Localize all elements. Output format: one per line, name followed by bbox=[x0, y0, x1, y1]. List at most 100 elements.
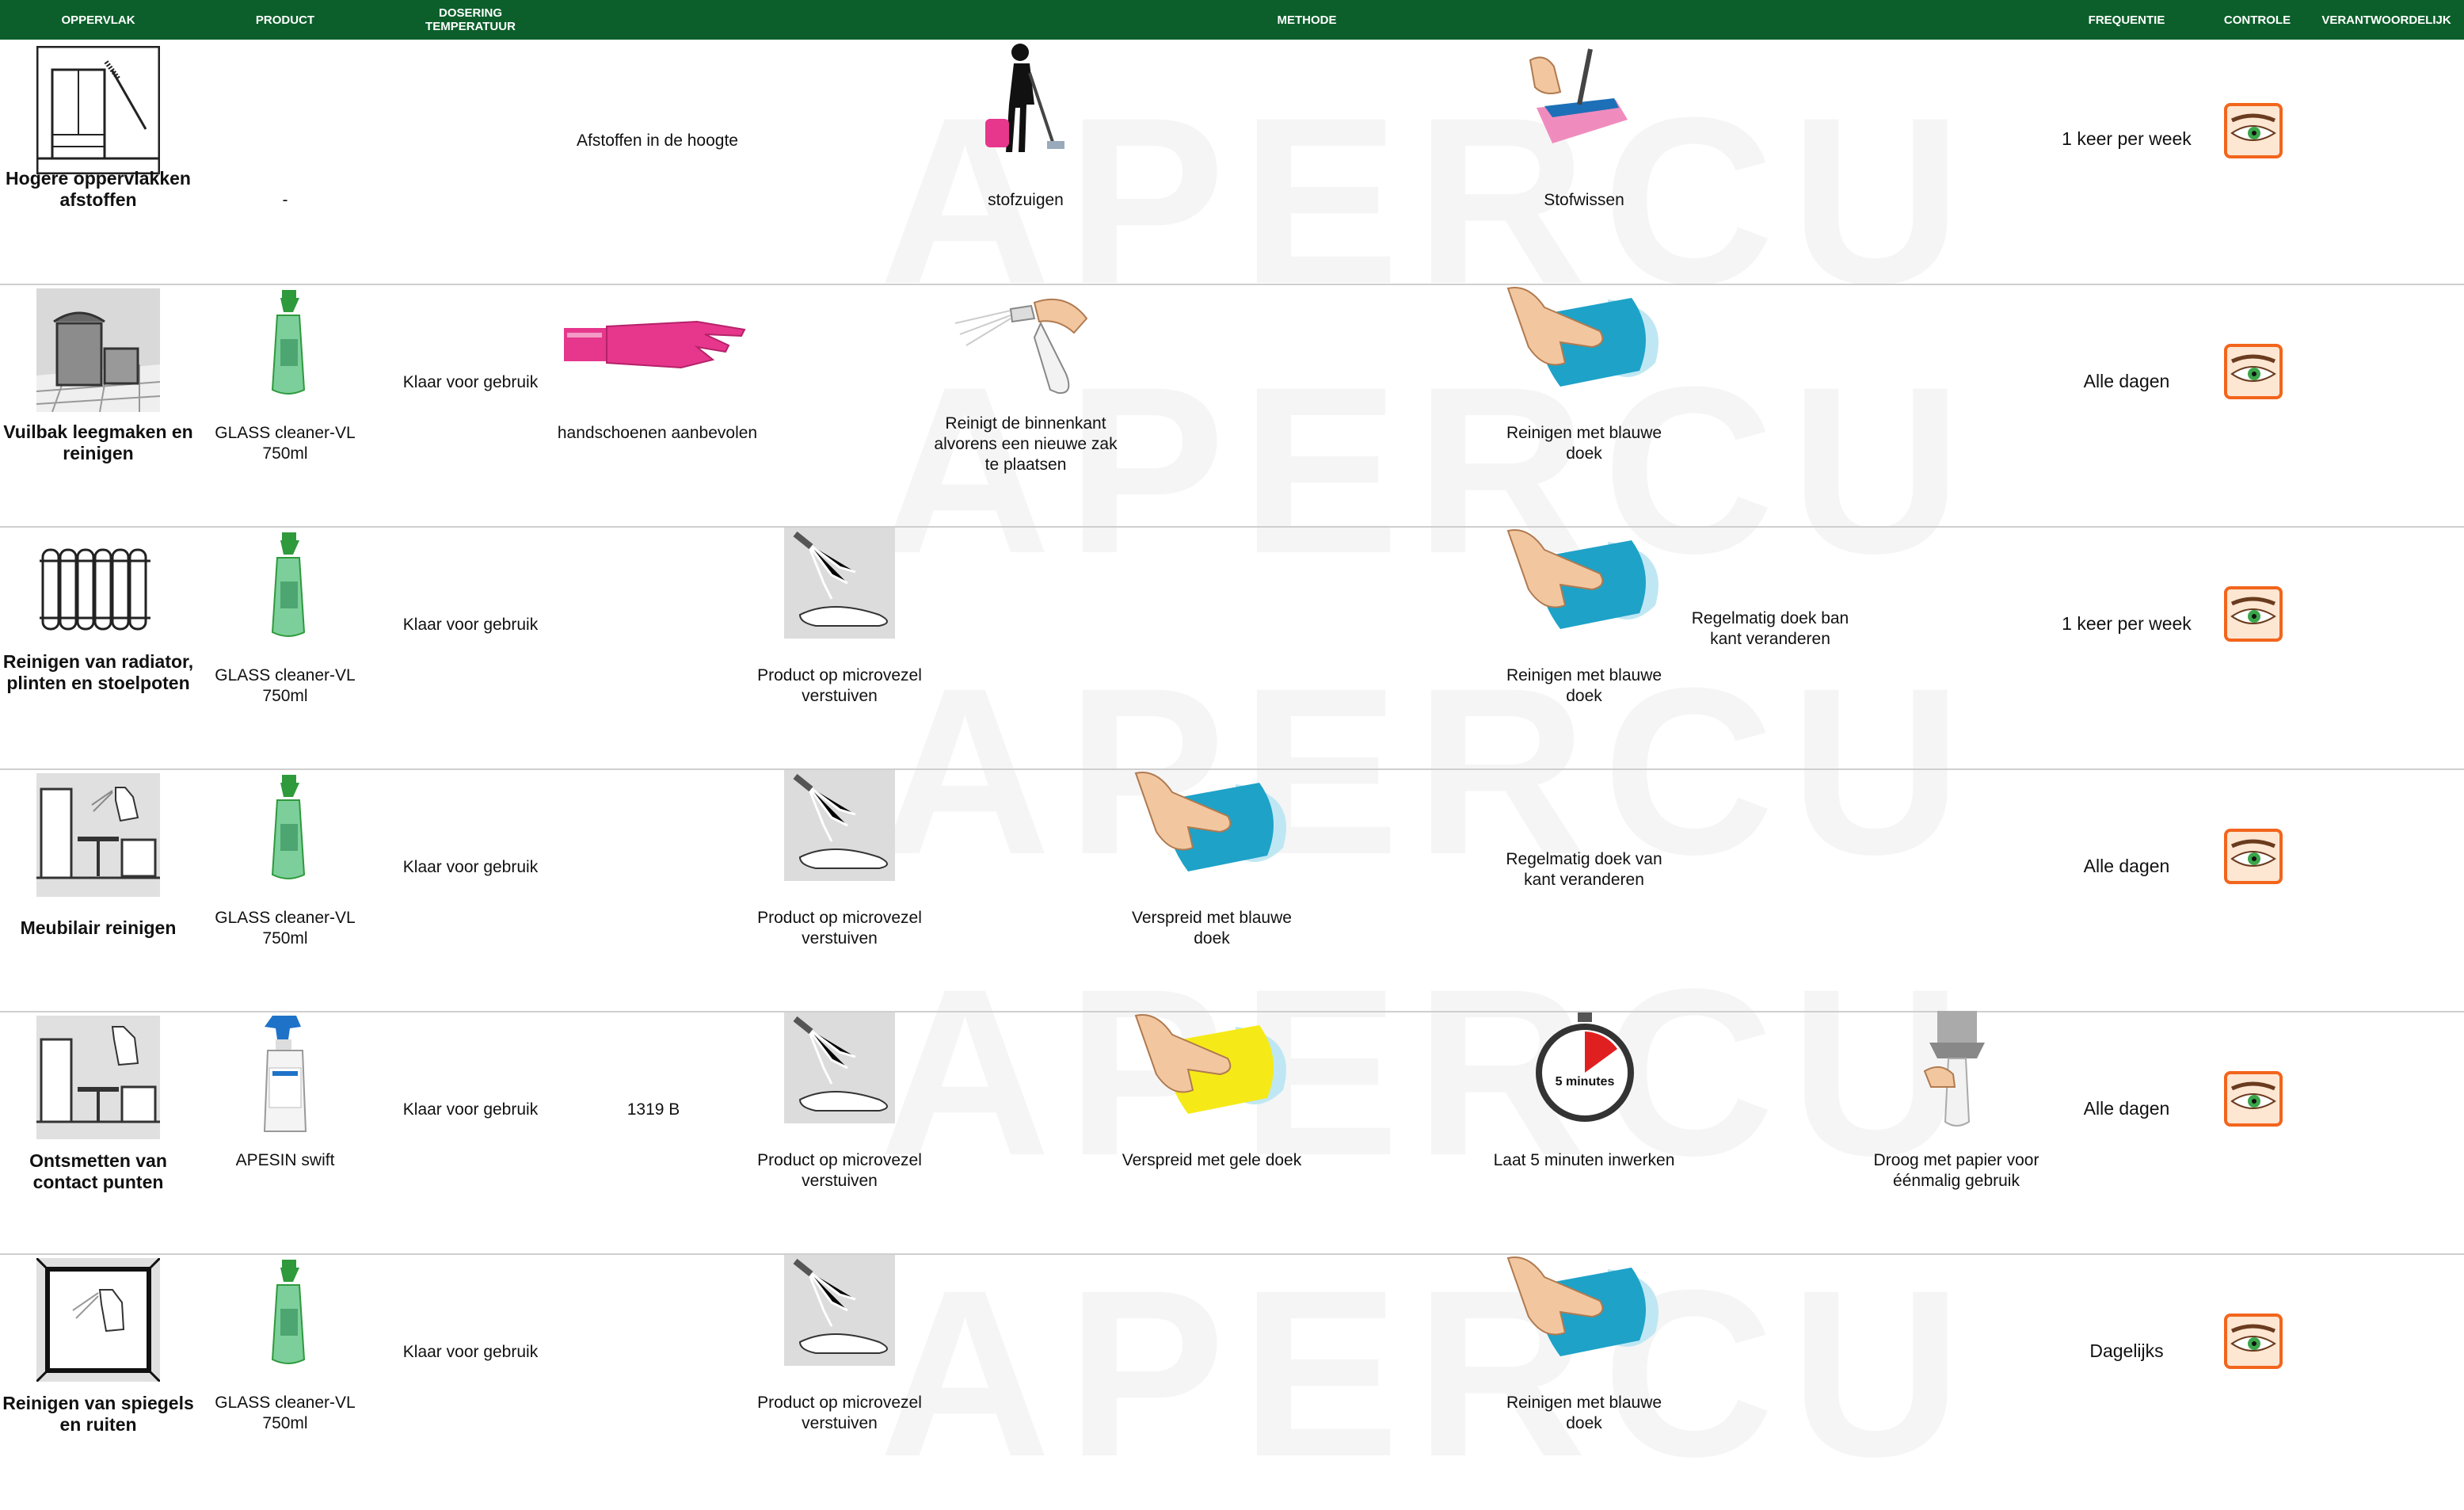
method-cell: Product op microvezel verstuiven bbox=[737, 768, 943, 1011]
spray-bottle-icon bbox=[271, 1260, 306, 1364]
surface-label: Meubilair reinigen bbox=[20, 917, 177, 938]
surface-cell: Meubilair reinigen bbox=[0, 768, 196, 1011]
eye-check-icon[interactable] bbox=[2224, 344, 2283, 399]
trash-bin-icon bbox=[36, 288, 160, 412]
control-cell bbox=[2210, 1253, 2305, 1496]
flat-mop-icon bbox=[1529, 48, 1628, 143]
col-dosering-line2: TEMPERATUUR bbox=[425, 20, 516, 33]
stopwatch-icon: 5 minutes bbox=[1536, 1012, 1634, 1122]
radiator-icon bbox=[40, 548, 150, 631]
surface-label: Vuilbak leegmaken en reinigen bbox=[3, 421, 193, 463]
col-dosering-line1: DOSERING bbox=[438, 6, 502, 20]
spray-bottle-icon bbox=[271, 775, 306, 879]
col-frequentie: FREQUENTIE bbox=[2088, 13, 2165, 27]
product-label: GLASS cleaner-VL 750ml bbox=[215, 909, 356, 948]
surface-cell: Hogere oppervlakken afstoffen bbox=[0, 41, 196, 284]
product-label: GLASS cleaner-VL 750ml bbox=[215, 666, 356, 705]
eye-check-icon[interactable] bbox=[2224, 829, 2283, 884]
surface-label: Ontsmetten van contact punten bbox=[29, 1150, 167, 1192]
method-cell: Droog met papier voor éénmalig gebruik bbox=[1853, 1011, 2059, 1253]
dosing-cell: Afstoffen in de hoogte bbox=[539, 41, 776, 284]
product-cell: GLASS cleaner-VL 750ml bbox=[206, 526, 364, 768]
blue-cloth-icon bbox=[1506, 529, 1659, 629]
stopwatch-text: 5 minutes bbox=[1556, 1075, 1615, 1089]
surface-label: Hogere oppervlakken afstoffen bbox=[6, 168, 191, 210]
product-cell: - bbox=[206, 41, 364, 284]
product-cell: APESIN swift bbox=[206, 1011, 364, 1253]
col-product: PRODUCT bbox=[255, 13, 315, 27]
dosing-label: Klaar voor gebruik bbox=[402, 858, 539, 876]
table-row: Vuilbak leegmaken en reinigen GLASS clea… bbox=[0, 284, 2464, 528]
product-label: GLASS cleaner-VL 750ml bbox=[215, 1394, 356, 1432]
spray-hand-icon bbox=[784, 1012, 895, 1123]
method-label: Regelmatig doek ban kant veranderen bbox=[1691, 609, 1849, 648]
col-dosering: DOSERING TEMPERATUUR bbox=[372, 0, 569, 40]
frequency-label: Alle dagen bbox=[2083, 371, 2170, 391]
spray-hand-icon bbox=[784, 528, 895, 639]
glove-icon bbox=[564, 320, 746, 369]
frequency-label: 1 keer per week bbox=[2062, 613, 2192, 634]
dosing-cell: Klaar voor gebruik bbox=[372, 1253, 569, 1496]
frequency-cell: 1 keer per week bbox=[2059, 526, 2194, 768]
product-label: - bbox=[282, 191, 288, 209]
col-controle: CONTROLE bbox=[2223, 13, 2291, 27]
dosing-code: 1319 B bbox=[626, 1100, 680, 1119]
eye-check-icon[interactable] bbox=[2224, 586, 2283, 642]
method-cell: Regelmatig doek ban kant veranderen bbox=[1679, 526, 1861, 768]
frequency-cell: Alle dagen bbox=[2059, 1011, 2194, 1253]
method-label: Stofwissen bbox=[1544, 191, 1624, 209]
method-cell: Reinigen met blauwe doek bbox=[1489, 1253, 1679, 1496]
method-cell: Reinigen met blauwe doek bbox=[1489, 526, 1679, 768]
product-cell: GLASS cleaner-VL 750ml bbox=[206, 284, 364, 526]
control-cell bbox=[2210, 768, 2305, 1011]
spray-hand-icon bbox=[784, 1255, 895, 1366]
method-cell: Reinigen met blauwe doek bbox=[1489, 284, 1679, 526]
frequency-label: Alle dagen bbox=[2083, 1098, 2170, 1119]
frequency-label: 1 keer per week bbox=[2062, 128, 2192, 149]
eye-check-icon[interactable] bbox=[2224, 103, 2283, 158]
product-cell: GLASS cleaner-VL 750ml bbox=[206, 768, 364, 1011]
furniture-icon bbox=[36, 773, 160, 897]
dosing-cell: Klaar voor gebruik bbox=[372, 1011, 569, 1253]
method-cell: handschoenen aanbevolen bbox=[554, 284, 760, 526]
apesin-bottle-icon bbox=[263, 1016, 307, 1132]
method-label: Verspreid met blauwe doek bbox=[1132, 909, 1292, 948]
eye-check-icon[interactable] bbox=[2224, 1314, 2283, 1369]
spray-bottle-icon bbox=[271, 290, 306, 395]
table-row: Meubilair reinigen GLASS cleaner-VL 750m… bbox=[0, 768, 2464, 1012]
method-label: Reinigen met blauwe doek bbox=[1506, 424, 1662, 463]
method-label: Reinigen met blauwe doek bbox=[1506, 1394, 1662, 1432]
dosing-cell: Klaar voor gebruik bbox=[372, 768, 569, 1011]
product-label: GLASS cleaner-VL 750ml bbox=[215, 424, 356, 463]
method-cell: 5 minutes Laat 5 minuten inwerken bbox=[1489, 1011, 1679, 1253]
control-cell bbox=[2210, 526, 2305, 768]
surface-cell: Reinigen van radiator, plinten en stoelp… bbox=[0, 526, 196, 768]
frequency-label: Alle dagen bbox=[2083, 856, 2170, 876]
surface-label: Reinigen van spiegels en ruiten bbox=[2, 1393, 194, 1435]
control-cell bbox=[2210, 41, 2305, 284]
dosing-cell: Klaar voor gebruik bbox=[372, 526, 569, 768]
method-cell: Verspreid met gele doek bbox=[1117, 1011, 1307, 1253]
dosing-label: Afstoffen in de hoogte bbox=[577, 132, 738, 150]
dosing-label: Klaar voor gebruik bbox=[402, 616, 539, 634]
col-oppervlak: OPPERVLAK bbox=[61, 13, 135, 27]
frequency-cell: Alle dagen bbox=[2059, 768, 2194, 1011]
method-label: Product op microvezel verstuiven bbox=[757, 1151, 922, 1190]
high-cabinet-icon bbox=[36, 46, 160, 174]
method-label: Droog met papier voor éénmalig gebruik bbox=[1873, 1151, 2039, 1190]
col-verantwoordelijk: VERANTWOORDELIJK bbox=[2321, 13, 2451, 27]
method-label: handschoenen aanbevolen bbox=[557, 424, 758, 442]
table-row: Ontsmetten van contact punten APESIN swi… bbox=[0, 1011, 2464, 1255]
spray-hand-icon bbox=[784, 770, 895, 881]
frequency-label: Dagelijks bbox=[2089, 1340, 2164, 1361]
method-cell: Product op microvezel verstuiven bbox=[737, 1253, 943, 1496]
method-label: stofzuigen bbox=[988, 191, 1064, 209]
table-row: Hogere oppervlakken afstoffen - Afstoffe… bbox=[0, 41, 2464, 285]
blue-cloth-icon bbox=[1134, 772, 1286, 871]
frequency-cell: Alle dagen bbox=[2059, 284, 2194, 526]
blue-cloth-icon bbox=[1506, 1256, 1659, 1356]
blue-cloth-icon bbox=[1506, 287, 1659, 387]
eye-check-icon[interactable] bbox=[2224, 1071, 2283, 1127]
product-cell: GLASS cleaner-VL 750ml bbox=[206, 1253, 364, 1496]
dosing-cell: Klaar voor gebruik bbox=[372, 284, 569, 526]
